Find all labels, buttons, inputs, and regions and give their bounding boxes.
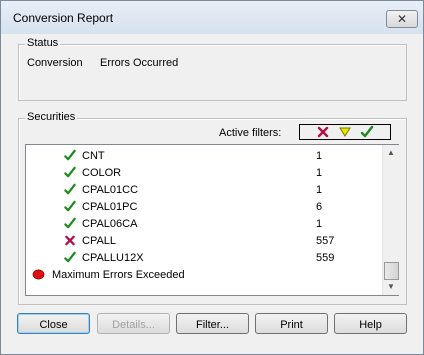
list-item-count: 559 (316, 252, 335, 264)
status-group-label: Status (25, 37, 61, 49)
list-item[interactable]: CPAL06CA 1 (26, 215, 382, 232)
status-value: Errors Occurred (100, 57, 179, 69)
list-item-name: COLOR (82, 167, 122, 179)
window-title: Conversion Report (13, 11, 114, 25)
list-item[interactable]: CPAL01PC 6 (26, 198, 382, 215)
list-item-name: CPAL01PC (82, 201, 138, 213)
conversion-report-window: Conversion Report ✕ Status Conversion Er… (0, 0, 424, 355)
list-item[interactable]: CPALL 557 (26, 232, 382, 249)
list-item-name: CNT (82, 150, 105, 162)
error-x-icon (317, 126, 329, 138)
list-item-name: CPAL01CC (82, 184, 139, 196)
securities-group-label: Securities (25, 111, 78, 123)
list-item[interactable]: Maximum Errors Exceeded (26, 266, 382, 283)
warning-triangle-icon (339, 127, 351, 137)
check-icon (64, 183, 76, 195)
window-close-button[interactable]: ✕ (386, 10, 418, 28)
list-item-name: CPALL (82, 235, 117, 247)
scroll-thumb[interactable] (384, 262, 399, 280)
filter-button[interactable]: Filter... (176, 313, 249, 334)
status-group: Status Conversion Errors Occurred (18, 37, 407, 101)
check-icon (64, 149, 76, 161)
error-x-icon (65, 235, 75, 246)
list-item[interactable]: COLOR 1 (26, 164, 382, 181)
check-icon (64, 166, 76, 178)
securities-group: Securities Active filters: CNT 1 COLOR 1 CPA… (18, 111, 407, 305)
list-item-count: 1 (316, 167, 323, 179)
check-icon (64, 217, 76, 229)
list-item-count: 1 (316, 184, 323, 196)
scroll-up-button[interactable]: ▲ (383, 145, 399, 161)
close-button[interactable]: Close (17, 313, 90, 334)
list-item-count: 557 (316, 235, 335, 247)
scroll-down-button[interactable]: ▼ (383, 279, 399, 295)
list-item[interactable]: CPAL01CC 1 (26, 181, 382, 198)
list-item-count: 1 (316, 218, 323, 230)
list-item-name: Maximum Errors Exceeded (52, 269, 185, 281)
list-item[interactable]: CNT 1 (26, 147, 382, 164)
red-circle-icon (32, 269, 45, 280)
print-button[interactable]: Print (255, 313, 328, 334)
list-item-count: 1 (316, 150, 323, 162)
status-key: Conversion (27, 57, 83, 69)
details-button[interactable]: Details... (97, 313, 170, 334)
check-icon (64, 251, 76, 263)
list-item-name: CPAL06CA (82, 218, 138, 230)
active-filters-label: Active filters: (219, 127, 282, 139)
active-filters-indicator[interactable] (299, 124, 391, 140)
check-icon (64, 200, 76, 212)
ok-check-icon (360, 125, 374, 138)
help-button[interactable]: Help (334, 313, 407, 334)
vertical-scrollbar[interactable]: ▲ ▼ (382, 145, 399, 295)
title-bar[interactable]: Conversion Report ✕ (1, 1, 423, 34)
list-item-name: CPALLU12X (82, 252, 144, 264)
list-item-count: 6 (316, 201, 323, 213)
list-item[interactable]: CPALLU12X 559 (26, 249, 382, 266)
securities-list[interactable]: CNT 1 COLOR 1 CPAL01CC 1 CPAL01PC 6 CPAL06CA 1 CPA… (25, 144, 399, 296)
securities-rows: CNT 1 COLOR 1 CPAL01CC 1 CPAL01PC 6 CPAL06CA 1 CPA… (26, 145, 382, 295)
